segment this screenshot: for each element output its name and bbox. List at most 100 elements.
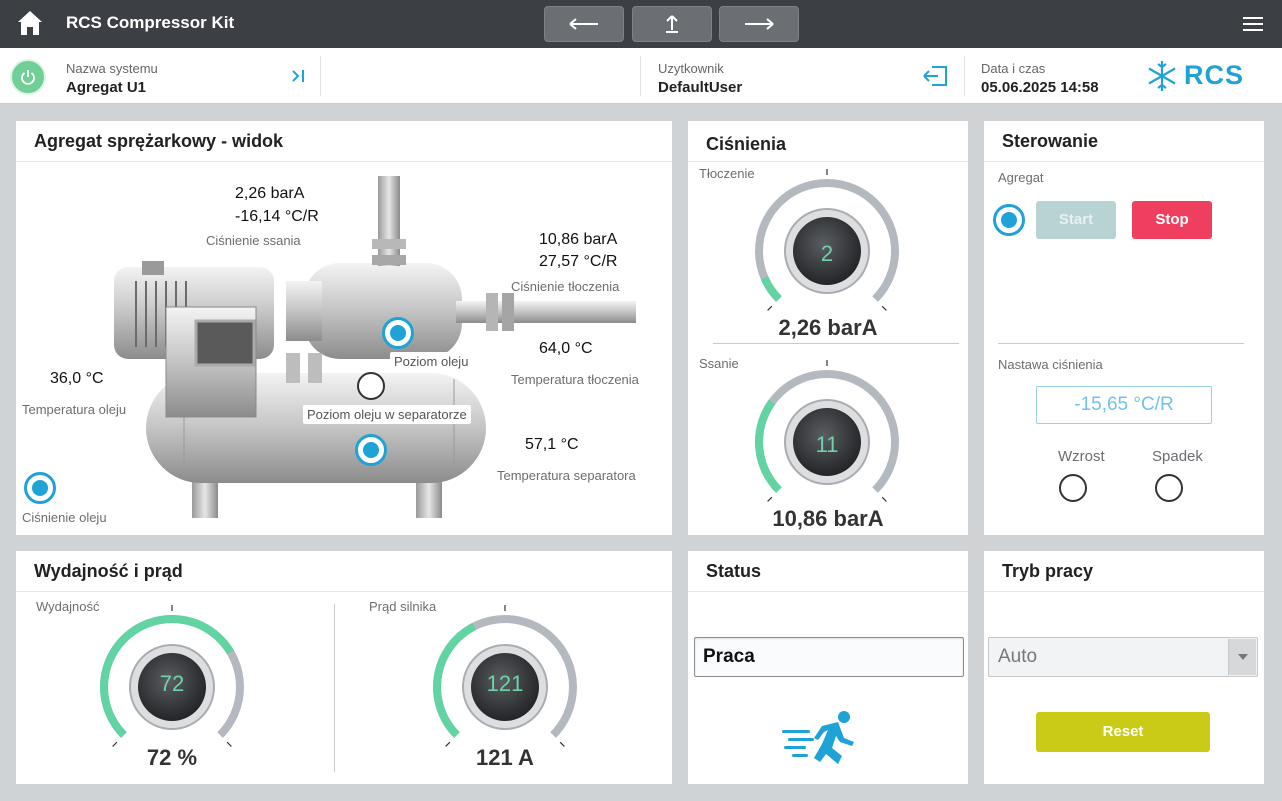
capacity-gauge-number: 72 (159, 671, 185, 696)
status-panel: Status Praca (688, 551, 968, 784)
oil-level-indicator[interactable] (382, 317, 414, 349)
gauge-tick (881, 305, 887, 311)
unit-label: Agregat (998, 170, 1044, 185)
panel-title: Ciśnienia (706, 134, 787, 154)
gauge-tick (767, 305, 773, 311)
separator-oil-level-indicator[interactable] (355, 434, 387, 466)
divider (640, 56, 641, 96)
system-name-value: Agregat U1 (66, 79, 147, 96)
back-button[interactable] (544, 6, 624, 42)
snowflake-icon (1148, 61, 1176, 91)
discharge-gauge-number: 2 (820, 241, 834, 266)
panel-title: Status (706, 561, 762, 581)
oil-pressure-indicator[interactable] (24, 472, 56, 504)
app-title: RCS Compressor Kit (66, 13, 235, 32)
arrow-left-icon (569, 18, 598, 30)
expand-button[interactable] (288, 66, 310, 86)
suction-temp-value: -16,14 °C/R (235, 208, 319, 225)
mode-select[interactable]: Auto (988, 637, 1258, 677)
discharge-temp-value: 27,57 °C/R (539, 253, 618, 270)
suction-pressure-gauge (755, 360, 899, 502)
separator-oil-status[interactable] (357, 372, 385, 400)
pressures-panel: Ciśnienia Tłoczenie 2 2,26 barA Ssanie 1… (688, 121, 968, 535)
current-value: 121 A (476, 745, 534, 770)
logo-text: RCS (1184, 60, 1245, 90)
user-value: DefaultUser (658, 79, 743, 96)
divider (964, 56, 965, 96)
separator-temperature-value: 57,1 °C (525, 436, 579, 453)
oil-pressure-label: Ciśnienie oleju (22, 510, 107, 525)
logout-icon (923, 66, 947, 86)
oil-level-label: Poziom oleju (390, 352, 473, 371)
up-button[interactable] (632, 6, 712, 42)
running-person-icon (782, 711, 854, 764)
stop-button[interactable]: Stop (1132, 201, 1212, 239)
discharge-pressure-gauge (755, 169, 899, 311)
gauge-tick (767, 496, 773, 502)
control-panel: Sterowanie Agregat Start Stop Nastawa ci… (984, 121, 1264, 535)
rcs-logo: RCS (1144, 58, 1264, 94)
divider (688, 161, 968, 162)
system-name-label: Nazwa systemu (66, 61, 158, 76)
capacity-value: 72 % (146, 745, 198, 770)
divider (320, 56, 321, 96)
divider (16, 591, 672, 592)
mode-panel: Tryb pracy Auto Reset (984, 551, 1264, 784)
discharge-temperature-value: 64,0 °C (539, 340, 593, 357)
status-field: Praca (694, 637, 964, 677)
menu-button[interactable] (1240, 12, 1266, 36)
start-button[interactable]: Start (1036, 201, 1116, 239)
suction-pressure-value: 2,26 barA (235, 185, 305, 202)
divider (984, 591, 1264, 592)
suction-gauge-number: 11 (815, 432, 839, 457)
gauge-fill (755, 399, 782, 493)
current-gauge-number: 121 (486, 671, 524, 696)
gauge-tick (881, 496, 887, 502)
panel-title: Wydajność i prąd (34, 561, 183, 581)
suction-pressure-label: Ciśnienie ssania (206, 233, 301, 248)
arrow-up-icon (666, 15, 678, 33)
decrease-button[interactable] (1155, 474, 1183, 502)
setpoint-label: Nastawa ciśnienia (998, 357, 1103, 372)
decrease-label: Spadek (1152, 448, 1203, 465)
panel-title: Tryb pracy (1002, 561, 1094, 581)
home-icon (18, 11, 42, 35)
discharge-pressure-value: 2,26 barA (778, 315, 878, 340)
discharge-temperature-label: Temperatura tłoczenia (511, 372, 639, 387)
setpoint-input[interactable]: -15,65 °C/R (1036, 386, 1212, 424)
oil-temperature-value: 36,0 °C (50, 370, 104, 387)
home-button[interactable] (10, 8, 50, 40)
reset-button[interactable]: Reset (1036, 712, 1210, 752)
datetime-value: 05.06.2025 14:58 (981, 79, 1099, 96)
top-bar: RCS Compressor Kit (0, 0, 1282, 48)
logout-button[interactable] (920, 62, 952, 90)
expand-right-icon (292, 70, 304, 82)
divider (688, 591, 968, 592)
chevron-down-icon (1228, 639, 1256, 675)
user-label: Uzytkownik (658, 61, 724, 76)
power-button[interactable] (10, 59, 46, 95)
divider (713, 343, 959, 344)
forward-button[interactable] (719, 6, 799, 42)
increase-button[interactable] (1059, 474, 1087, 502)
discharge-pressure-label: Ciśnienie tłoczenia (511, 279, 620, 294)
panel-title: Sterowanie (1002, 131, 1099, 151)
increase-label: Wzrost (1058, 448, 1105, 465)
suction-pressure-value: 10,86 barA (772, 506, 884, 531)
arrow-right-icon (745, 18, 774, 30)
separator-oil-level-label: Poziom oleju w separatorze (303, 405, 471, 424)
gauge-fill (760, 276, 782, 302)
hamburger-menu-icon (1243, 17, 1263, 31)
unit-view-panel: Agregat sprężarkowy - widok 2,26 barA -1… (16, 121, 672, 535)
divider (334, 604, 335, 772)
oil-temperature-label: Temperatura oleju (22, 402, 127, 417)
suction-gauge-label: Ssanie (699, 356, 739, 371)
datetime-label: Data i czas (981, 61, 1046, 76)
power-icon (21, 70, 35, 85)
divider (998, 343, 1244, 344)
capacity-panel: Wydajność i prąd Wydajność 72 72 % Prąd … (16, 551, 672, 784)
unit-select-radio[interactable] (993, 204, 1025, 236)
info-bar: Nazwa systemu Agregat U1 Uzytkownik Defa… (0, 48, 1282, 104)
mode-select-value: Auto (998, 646, 1038, 667)
discharge-pressure-value: 10,86 barA (539, 231, 618, 248)
